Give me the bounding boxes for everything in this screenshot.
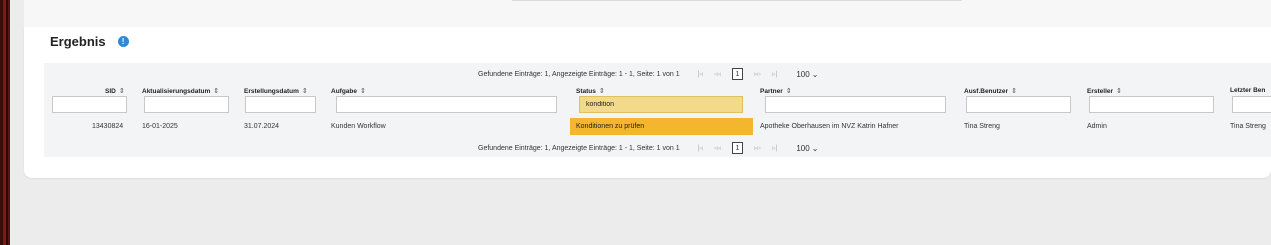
column-header-partner[interactable]: Partner ⇕ bbox=[760, 87, 792, 95]
sort-icon[interactable]: ⇕ bbox=[302, 88, 308, 95]
column-header-ersteller[interactable]: Ersteller ⇕ bbox=[1087, 87, 1122, 95]
column-header-letzter-benutzer[interactable]: Letzter Ben bbox=[1230, 87, 1265, 94]
cell-ausf-benutzer[interactable]: Tina Streng bbox=[964, 118, 1000, 135]
sort-icon[interactable]: ⇕ bbox=[1116, 88, 1122, 95]
first-page-icon[interactable]: |◃ bbox=[698, 144, 703, 152]
column-header-erstellungsdatum[interactable]: Erstellungsdatum ⇕ bbox=[244, 87, 308, 95]
top-panel bbox=[24, 0, 1271, 27]
cell-aktualisierungsdatum[interactable]: 16-01-2025 bbox=[142, 118, 178, 135]
filter-letzter-benutzer[interactable] bbox=[1232, 96, 1271, 113]
sort-icon[interactable]: ⇕ bbox=[1011, 88, 1017, 95]
last-page-icon[interactable]: ▹| bbox=[772, 70, 777, 78]
sort-icon[interactable]: ⇕ bbox=[360, 88, 366, 95]
page-size-value: 100 bbox=[796, 143, 810, 153]
pager-top: Gefundene Einträge: 1, Angezeigte Einträ… bbox=[478, 67, 818, 81]
next-page-icon[interactable]: ▹▹ bbox=[754, 144, 761, 152]
first-page-icon[interactable]: |◃ bbox=[698, 70, 703, 78]
sort-icon[interactable]: ⇕ bbox=[599, 88, 605, 95]
last-page-icon[interactable]: ▹| bbox=[772, 144, 777, 152]
filter-ausf-benutzer[interactable] bbox=[966, 96, 1071, 113]
cell-status[interactable]: Konditionen zu prüfen bbox=[570, 118, 753, 135]
prev-page-icon[interactable]: ◃◃ bbox=[714, 144, 721, 152]
column-header-status[interactable]: Status ⇕ bbox=[576, 87, 605, 95]
window-edge bbox=[0, 0, 10, 245]
next-page-icon[interactable]: ▹▹ bbox=[754, 70, 761, 78]
pager-info: Gefundene Einträge: 1, Angezeigte Einträ… bbox=[478, 144, 680, 152]
page-size-value: 100 bbox=[796, 69, 810, 79]
sort-icon[interactable]: ⇕ bbox=[119, 88, 125, 95]
column-header-ausf-benutzer[interactable]: Ausf.Benutzer ⇕ bbox=[964, 87, 1017, 95]
chevron-down-icon: ⌄ bbox=[811, 69, 819, 79]
prev-page-icon[interactable]: ◃◃ bbox=[714, 70, 721, 78]
pager-info: Gefundene Einträge: 1, Angezeigte Einträ… bbox=[478, 70, 680, 78]
section-title: Ergebnis bbox=[50, 34, 106, 49]
page-size-select[interactable]: 100 ⌄ bbox=[796, 144, 818, 153]
pager-bottom: Gefundene Einträge: 1, Angezeigte Einträ… bbox=[478, 141, 818, 155]
filter-status[interactable] bbox=[579, 96, 743, 113]
info-icon[interactable]: ! bbox=[117, 36, 129, 47]
cell-partner[interactable]: Apotheke Oberhausen im NVZ Katrin Hafner bbox=[760, 118, 899, 135]
current-page[interactable]: 1 bbox=[731, 142, 743, 154]
divider bbox=[512, 0, 962, 1]
section-header: Ergebnis ! bbox=[50, 34, 129, 49]
filter-ersteller[interactable] bbox=[1089, 96, 1214, 113]
filter-sid[interactable] bbox=[52, 96, 127, 113]
column-header-aktualisierungsdatum[interactable]: Aktualisierungsdatum ⇕ bbox=[142, 87, 219, 95]
chevron-down-icon: ⌄ bbox=[811, 143, 819, 153]
cell-letzter-benutzer[interactable]: Tina Streng bbox=[1230, 118, 1266, 135]
cell-ersteller[interactable]: Admin bbox=[1087, 118, 1107, 135]
filter-partner[interactable] bbox=[765, 96, 946, 113]
sort-icon[interactable]: ⇕ bbox=[786, 88, 792, 95]
sort-icon[interactable]: ⇕ bbox=[213, 88, 219, 95]
filter-aufgabe[interactable] bbox=[336, 96, 557, 113]
column-header-aufgabe[interactable]: Aufgabe ⇕ bbox=[331, 87, 366, 95]
cell-aufgabe[interactable]: Kunden Workflow bbox=[331, 118, 386, 135]
page-size-select[interactable]: 100 ⌄ bbox=[796, 70, 818, 79]
current-page[interactable]: 1 bbox=[731, 68, 743, 80]
filter-aktualisierungsdatum[interactable] bbox=[144, 96, 229, 113]
cell-erstellungsdatum[interactable]: 31.07.2024 bbox=[244, 118, 279, 135]
column-header-sid[interactable]: SID ⇕ bbox=[105, 87, 125, 95]
filter-erstellungsdatum[interactable] bbox=[245, 96, 316, 113]
cell-sid[interactable]: 13430824 bbox=[92, 118, 123, 135]
